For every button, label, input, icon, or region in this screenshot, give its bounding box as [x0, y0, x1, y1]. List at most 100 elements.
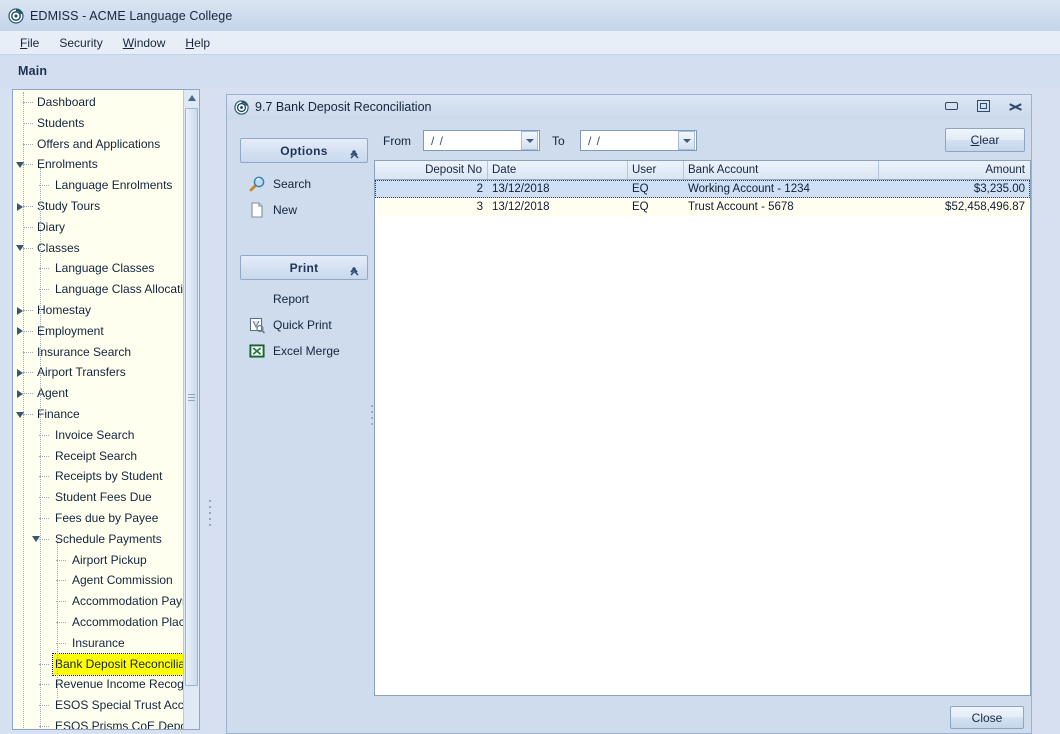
magnifier-icon [248, 175, 266, 193]
tree-scrollbar[interactable] [183, 90, 199, 729]
chevron-down-icon[interactable] [13, 404, 26, 425]
new-action[interactable]: New [240, 199, 368, 221]
grid-column-header[interactable]: Date [488, 161, 628, 179]
tree-item-label: Invoice Search [53, 425, 134, 446]
tree-item-airport-transfers[interactable]: Airport Transfers [35, 362, 126, 383]
tree-item-fees-due-by-payee[interactable]: Fees due by Payee [53, 508, 158, 529]
tree-item-finance[interactable]: Finance [35, 404, 80, 425]
deposit-grid[interactable]: Deposit NoDateUserBank AccountAmount 213… [374, 160, 1031, 696]
grid-header-row: Deposit NoDateUserBank AccountAmount [375, 161, 1030, 180]
chevron-right-icon[interactable] [13, 196, 26, 217]
scrollbar-grip-icon [188, 392, 195, 403]
report-action[interactable]: Report [240, 288, 368, 310]
menu-bar: File Security Window Help [0, 31, 1060, 55]
tree-item-dashboard[interactable]: Dashboard [35, 92, 96, 113]
menu-file[interactable]: File [10, 33, 49, 53]
chevron-right-icon[interactable] [13, 321, 26, 342]
options-sidebar: Options Search [240, 138, 368, 362]
tree-item-label: Insurance [70, 633, 125, 654]
scroll-up-icon[interactable] [184, 90, 199, 106]
options-panel-header[interactable]: Options [240, 138, 368, 163]
chevron-down-icon[interactable] [13, 154, 26, 175]
chevron-down-icon[interactable] [13, 238, 26, 259]
tree-item-language-enrolments[interactable]: Language Enrolments [53, 175, 172, 196]
tree-item-label: Airport Pickup [70, 550, 147, 571]
tree-item-airport-pickup[interactable]: Airport Pickup [70, 550, 147, 571]
tree-item-esos-prisms-coe-deposit-e[interactable]: ESOS Prisms CoE Deposit E [53, 716, 200, 730]
tree-item-esos-special-trust-accoun[interactable]: ESOS Special Trust Accoun [53, 695, 200, 716]
print-panel-header[interactable]: Print [240, 255, 368, 280]
chevron-down-icon[interactable] [521, 131, 538, 150]
close-window-button[interactable] [1005, 98, 1025, 114]
tree-item-accommodation-payme[interactable]: Accommodation Payme [70, 591, 199, 612]
tree-item-label: Bank Deposit Reconciliation [53, 654, 200, 675]
chevron-down-icon[interactable] [678, 131, 695, 150]
chevron-right-icon[interactable] [13, 383, 26, 404]
tree-item-label: Students [35, 113, 84, 134]
print-panel-title: Print [290, 261, 319, 275]
chevron-up-icon [350, 265, 358, 273]
child-window-title-bar: 9.7 Bank Deposit Reconciliation [227, 95, 1031, 119]
tree-item-insurance[interactable]: Insurance [70, 633, 125, 654]
tree-item-invoice-search[interactable]: Invoice Search [53, 425, 134, 446]
tree-item-students[interactable]: Students [35, 113, 84, 134]
tree-item-language-classes[interactable]: Language Classes [53, 258, 154, 279]
tree-item-student-fees-due[interactable]: Student Fees Due [53, 487, 152, 508]
grid-column-header[interactable]: User [628, 161, 684, 179]
tree-item-employment[interactable]: Employment [35, 321, 104, 342]
clear-button[interactable]: Clear [945, 128, 1025, 152]
restore-icon [977, 100, 990, 112]
excel-merge-action-label: Excel Merge [273, 344, 340, 358]
menu-security[interactable]: Security [49, 33, 112, 53]
tree-item-label: ESOS Special Trust Accoun [53, 695, 200, 716]
tree-item-offers-and-applications[interactable]: Offers and Applications [35, 134, 160, 155]
quick-print-action[interactable]: Quick Print [240, 314, 368, 336]
tree-item-revenue-income-recogniti[interactable]: Revenue Income Recogniti [53, 674, 199, 695]
grid-column-header[interactable]: Amount [879, 161, 1030, 179]
tree-item-insurance-search[interactable]: Insurance Search [35, 342, 131, 363]
menu-help[interactable]: Help [175, 33, 220, 53]
table-cell: 2 [375, 180, 488, 198]
menu-window-label-rest: indow [134, 36, 165, 50]
child-window-title: 9.7 Bank Deposit Reconciliation [255, 100, 432, 114]
menu-window[interactable]: Window [113, 33, 176, 53]
close-button-label: Close [972, 711, 1003, 725]
date-filter-bar: From / / To / / Clear [375, 125, 1035, 157]
tree-item-language-class-allocation[interactable]: Language Class Allocation [53, 279, 196, 300]
tab-main[interactable]: Main [0, 64, 47, 78]
scrollbar-thumb[interactable] [185, 108, 198, 686]
grid-column-header[interactable]: Bank Account [684, 161, 879, 179]
minimize-button[interactable] [941, 98, 961, 114]
close-button[interactable]: Close [950, 706, 1024, 729]
grid-column-header[interactable]: Deposit No [375, 161, 488, 179]
restore-button[interactable] [973, 98, 993, 114]
table-row[interactable]: 213/12/2018EQWorking Account - 1234$3,23… [375, 180, 1030, 198]
options-panel-items: Search New [240, 173, 368, 221]
table-row[interactable]: 313/12/2018EQTrust Account - 5678$52,458… [375, 198, 1030, 216]
chevron-right-icon[interactable] [13, 362, 26, 383]
chevron-right-icon[interactable] [13, 300, 26, 321]
tree-item-bank-deposit-reconciliation[interactable]: Bank Deposit Reconciliation [53, 654, 200, 675]
to-date-field[interactable]: / / [580, 130, 697, 151]
from-date-field[interactable]: / / [423, 130, 540, 151]
search-action[interactable]: Search [240, 173, 368, 195]
tree-item-label: Language Classes [53, 258, 154, 279]
panel-splitter[interactable] [207, 495, 212, 531]
tree-item-accommodation-placem[interactable]: Accommodation Placem [70, 612, 200, 633]
tree-item-enrolments[interactable]: Enrolments [35, 154, 98, 175]
tree-item-receipts-by-student[interactable]: Receipts by Student [53, 466, 162, 487]
tree-item-schedule-payments[interactable]: Schedule Payments [53, 529, 162, 550]
tree-item-receipt-search[interactable]: Receipt Search [53, 446, 137, 467]
tree-item-label: Offers and Applications [35, 134, 160, 155]
tree-item-homestay[interactable]: Homestay [35, 300, 91, 321]
table-cell: $3,235.00 [879, 180, 1030, 198]
table-cell: 3 [375, 198, 488, 216]
print-preview-icon [248, 316, 266, 334]
menu-help-label-rest: elp [194, 36, 210, 50]
new-action-label: New [273, 203, 297, 217]
tree-item-label: Enrolments [35, 154, 98, 175]
tree-item-agent-commission[interactable]: Agent Commission [70, 570, 173, 591]
tree-item-study-tours[interactable]: Study Tours [35, 196, 100, 217]
excel-merge-action[interactable]: Excel Merge [240, 340, 368, 362]
tree-item-classes[interactable]: Classes [35, 238, 80, 259]
